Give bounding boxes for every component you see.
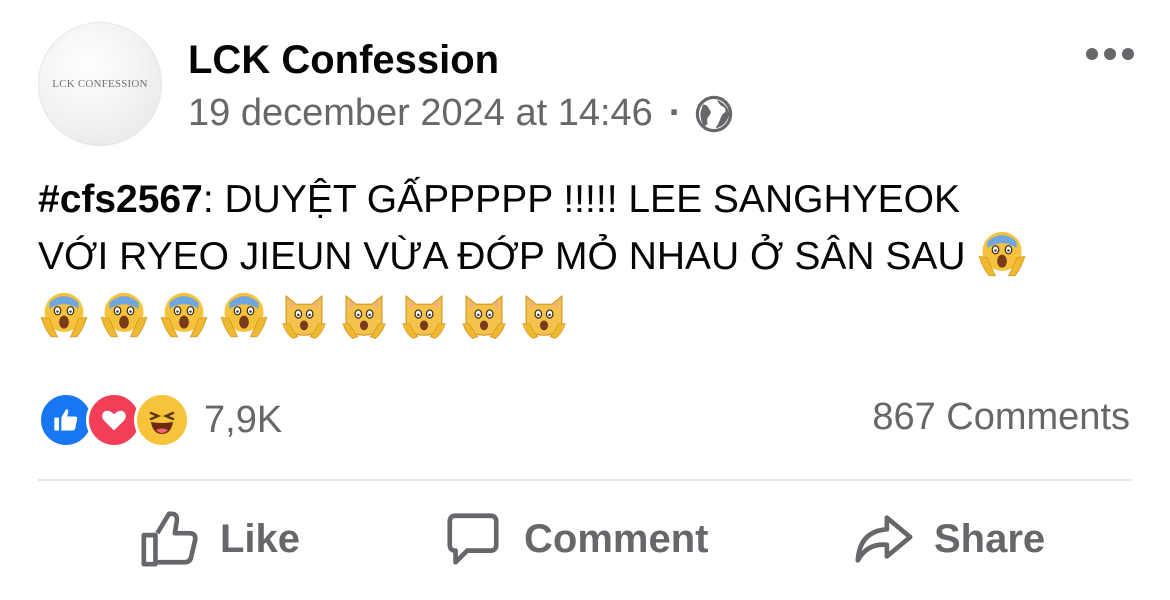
post-timestamp[interactable]: 19 december 2024 at 14:46 bbox=[188, 92, 653, 135]
page-avatar[interactable]: LCK CONFESSION bbox=[38, 22, 162, 146]
share-arrow-icon bbox=[855, 515, 913, 563]
weary-cat-emoji bbox=[398, 288, 450, 340]
page-name-link[interactable]: LCK Confession bbox=[188, 38, 499, 83]
divider bbox=[38, 479, 1132, 481]
more-options-icon[interactable] bbox=[1086, 48, 1134, 60]
comment-bubble-icon bbox=[447, 513, 499, 565]
thumbs-up-icon bbox=[141, 511, 198, 567]
post-line-1: #cfs2567: DUYỆT GẤPPPPP !!!!! LEE SANGHY… bbox=[38, 172, 1138, 227]
screaming-face-emoji bbox=[158, 288, 210, 340]
comment-label: Comment bbox=[524, 516, 709, 561]
weary-cat-emoji bbox=[458, 288, 510, 340]
post-line-2: VỚI RYEO JIEUN VỪA ĐỚP MỎ NHAU Ở SÂN SAU bbox=[38, 227, 1138, 284]
post-text-line2: VỚI RYEO JIEUN VỪA ĐỚP MỎ NHAU Ở SÂN SAU bbox=[38, 235, 966, 278]
comment-button[interactable]: Comment bbox=[442, 508, 708, 570]
post-meta: 19 december 2024 at 14:46 · bbox=[188, 92, 733, 135]
screaming-face-emoji bbox=[38, 288, 90, 340]
more-dot bbox=[1122, 48, 1134, 60]
more-dot bbox=[1086, 48, 1098, 60]
comments-count-link[interactable]: 867 Comments bbox=[872, 396, 1130, 439]
weary-cat-emoji bbox=[338, 288, 390, 340]
avatar-logo-text: LCK CONFESSION bbox=[52, 78, 148, 90]
screaming-face-emoji bbox=[976, 227, 1028, 279]
meta-separator: · bbox=[668, 92, 682, 134]
post-body: #cfs2567: DUYỆT GẤPPPPP !!!!! LEE SANGHY… bbox=[38, 172, 1138, 345]
like-button[interactable]: Like bbox=[138, 508, 300, 570]
haha-reaction-icon bbox=[134, 392, 190, 448]
more-dot bbox=[1104, 48, 1116, 60]
reactions-summary[interactable]: 7,9K bbox=[38, 392, 282, 448]
reaction-count: 7,9K bbox=[204, 398, 283, 441]
like-label: Like bbox=[220, 516, 301, 561]
emoji-row bbox=[38, 288, 1138, 345]
weary-cat-emoji bbox=[518, 288, 570, 340]
screaming-face-emoji bbox=[98, 288, 150, 340]
hashtag-link[interactable]: #cfs2567 bbox=[38, 178, 203, 221]
share-label: Share bbox=[934, 516, 1046, 561]
globe-icon[interactable] bbox=[695, 95, 733, 133]
share-button[interactable]: Share bbox=[852, 508, 1045, 570]
weary-cat-emoji bbox=[278, 288, 330, 340]
post-text-line1: : DUYỆT GẤPPPPP !!!!! LEE SANGHYEOK bbox=[202, 178, 960, 221]
screaming-face-emoji bbox=[218, 288, 270, 340]
